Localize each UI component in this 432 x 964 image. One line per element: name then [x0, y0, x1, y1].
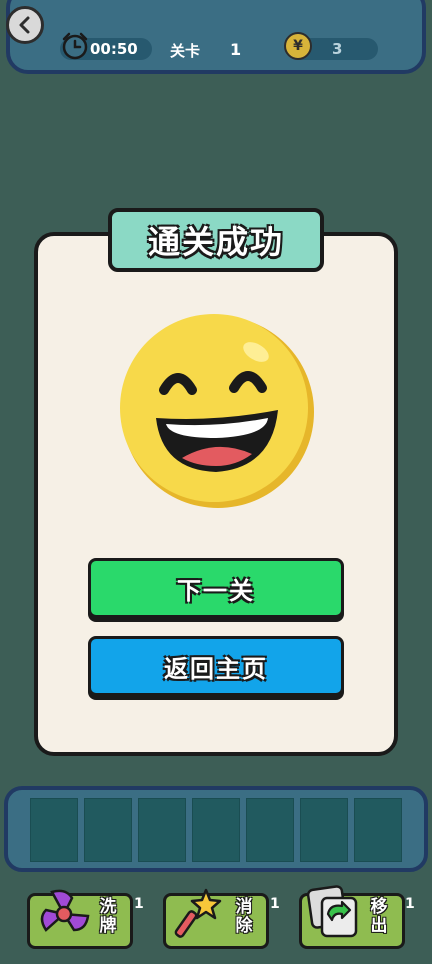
return-home-button[interactable]: 返回主页 [88, 636, 344, 696]
eliminate-label-bottom: 除 [235, 916, 253, 936]
smiling-face-icon [120, 314, 314, 508]
magic-wand-icon [174, 888, 222, 938]
timer-text: 00:50 [90, 40, 138, 58]
tray-slot [84, 798, 132, 862]
shuffle-label-top: 洗 [99, 897, 117, 917]
alarm-clock-icon [62, 32, 88, 60]
coin-icon: ¥ [284, 32, 312, 60]
move-out-label-top: 移 [370, 897, 388, 917]
move-out-icon [306, 885, 358, 938]
next-level-button[interactable]: 下一关 [88, 558, 344, 618]
coin-count: 3 [332, 40, 343, 58]
shuffle-count: 1 [134, 896, 144, 912]
dialog-title-banner: 通关成功 [108, 208, 324, 272]
fan-icon [40, 889, 90, 932]
move-out-label-bottom: 出 [370, 916, 388, 936]
coin-symbol: ¥ [293, 38, 303, 54]
next-level-label: 下一关 [177, 576, 255, 605]
return-home-label: 返回主页 [164, 654, 268, 683]
eliminate-count: 1 [270, 896, 280, 912]
tray-slot [300, 798, 348, 862]
shuffle-label-bottom: 牌 [99, 916, 117, 936]
tray-slot [30, 798, 78, 862]
back-button[interactable] [6, 6, 44, 44]
tray-slot [138, 798, 186, 862]
tray-slot [354, 798, 402, 862]
dialog-title: 通关成功 [147, 223, 284, 261]
level-value: 1 [230, 40, 242, 59]
chevron-left-icon [19, 16, 30, 34]
level-label: 关卡 [170, 42, 201, 60]
tray-slot [192, 798, 240, 862]
move-out-count: 1 [405, 896, 415, 912]
eliminate-label-top: 消 [235, 897, 253, 917]
tray-slot [246, 798, 294, 862]
